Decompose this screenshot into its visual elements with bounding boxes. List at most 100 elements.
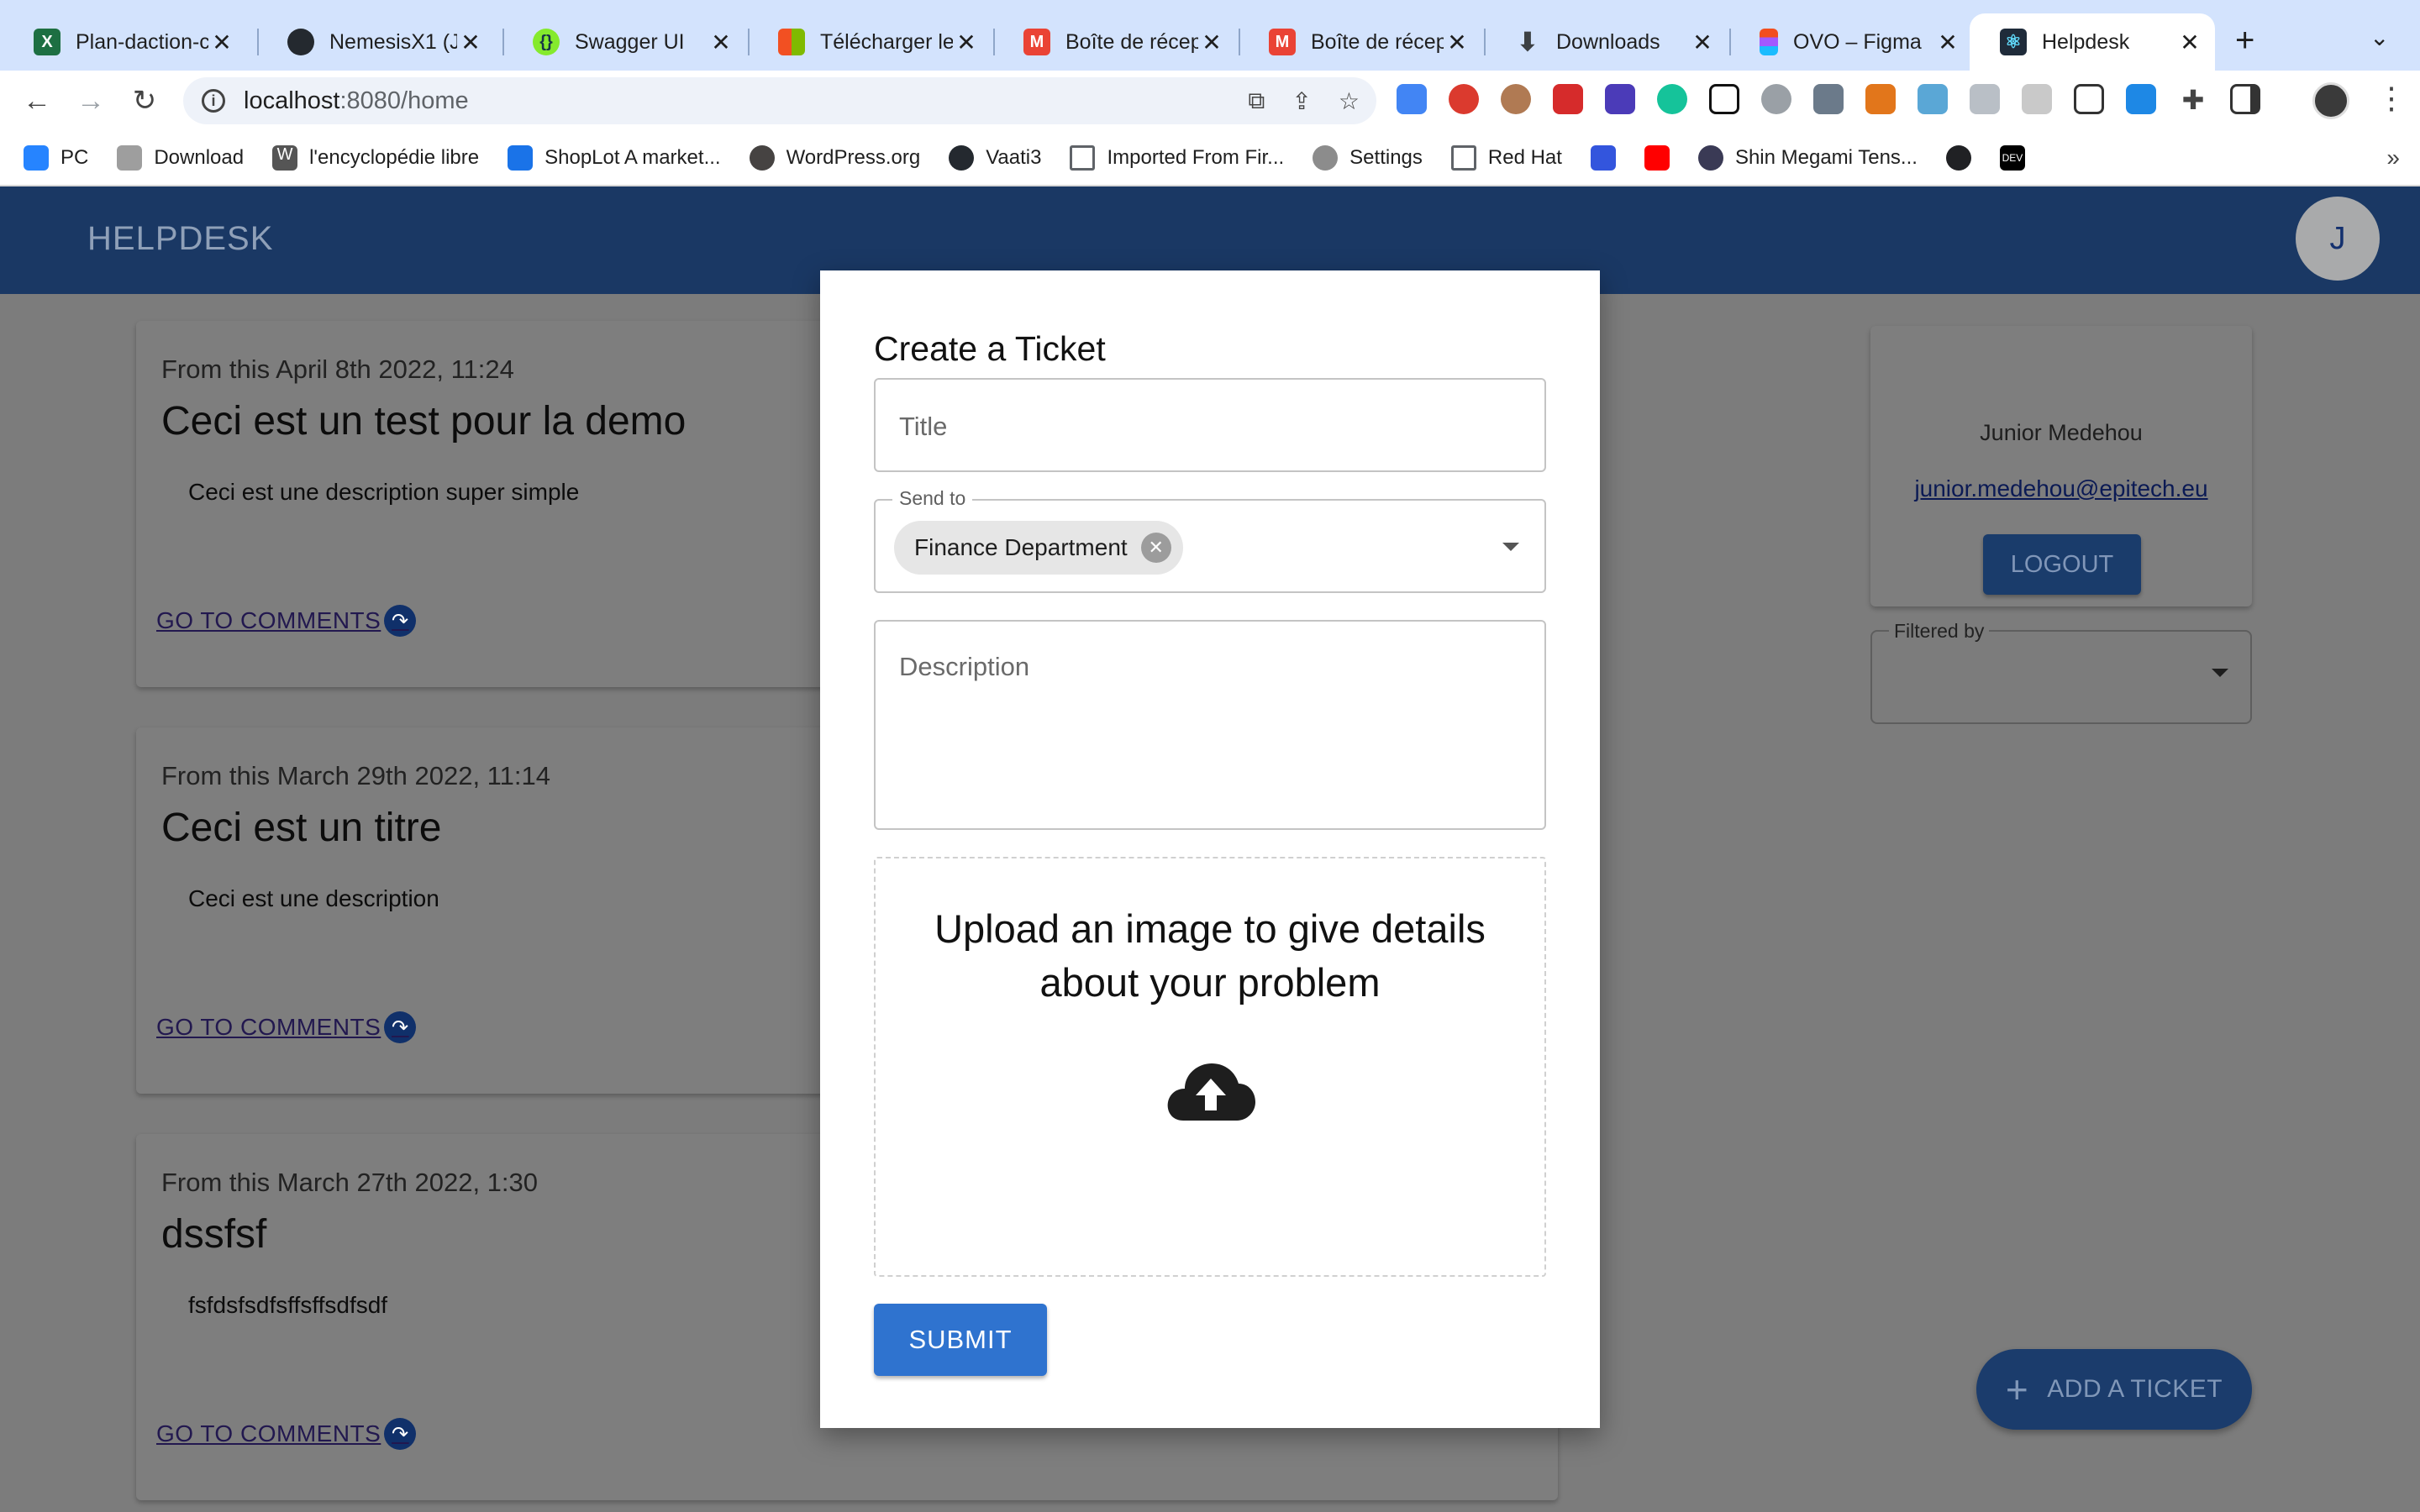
address-bar[interactable]: i localhost:8080/home ⧉ ⇪ ☆ <box>183 77 1376 124</box>
bookmark-item[interactable]: Vaati3 <box>949 145 1041 171</box>
todo-ext-icon[interactable] <box>2126 84 2156 114</box>
upload-instructions: Upload an image to give details about yo… <box>934 906 1486 1005</box>
browser-menu-icon[interactable]: ⋮ <box>2376 81 2407 116</box>
close-tab-icon[interactable]: ✕ <box>2176 29 2203 56</box>
bookmark-item[interactable]: Settings <box>1313 145 1423 171</box>
remove-chip-icon[interactable]: ✕ <box>1140 533 1171 563</box>
profile-email-link[interactable]: junior.medehou@epitech.eu <box>1870 475 2252 502</box>
send-to-select[interactable]: Send to Finance Department ✕ <box>874 487 1546 593</box>
add-ticket-button[interactable]: + ADD A TICKET <box>1976 1349 2252 1430</box>
site-info-icon[interactable]: i <box>202 89 225 113</box>
shoplot-icon <box>508 145 534 171</box>
share-icon[interactable]: ⇪ <box>1292 87 1311 115</box>
go-to-comments-link[interactable]: GO TO COMMENTS ↷ <box>156 1011 417 1043</box>
browser-tab[interactable]: M Boîte de récep ✕ <box>1239 13 1482 71</box>
close-tab-icon[interactable]: ✕ <box>208 29 235 56</box>
bird-ext-icon[interactable] <box>1918 84 1948 114</box>
comment-arrow-icon[interactable]: ↷ <box>384 1011 417 1043</box>
avatar-ext-icon[interactable] <box>1501 84 1531 114</box>
profile-ext-icon[interactable] <box>1970 84 2000 114</box>
browser-tab[interactable]: OVO – Figma ✕ <box>1729 13 1973 71</box>
go-to-comments-link[interactable]: GO TO COMMENTS ↷ <box>156 605 417 637</box>
browser-tab[interactable]: X Plan-daction-c ✕ <box>3 13 247 71</box>
screenshot-ext-icon[interactable] <box>2074 84 2104 114</box>
tab-search-chevron-icon[interactable]: ⌄ <box>2370 24 2389 51</box>
app-brand[interactable]: HELPDESK <box>87 220 273 258</box>
metamask-icon[interactable] <box>1865 84 1896 114</box>
browser-tab[interactable]: ⬇ Downloads ✕ <box>1484 13 1728 71</box>
bookmark-item[interactable] <box>1644 145 1670 171</box>
bookmark-item[interactable]: Imported From Fir... <box>1070 145 1284 171</box>
reload-icon[interactable]: ↻ <box>124 81 165 121</box>
bookmark-item[interactable]: Red Hat <box>1450 145 1562 171</box>
new-tab-icon[interactable]: + <box>2235 22 2254 59</box>
bookmark-item[interactable]: Download <box>117 145 244 171</box>
title-input[interactable]: Title <box>874 378 1546 472</box>
go-to-comments-link[interactable]: GO TO COMMENTS ↷ <box>156 1418 417 1450</box>
pen-ext-icon[interactable] <box>1553 84 1583 114</box>
back-icon[interactable]: ← <box>17 81 57 121</box>
browser-profile-avatar[interactable] <box>2312 82 2349 119</box>
browser-tab[interactable]: Télécharger le ✕ <box>748 13 992 71</box>
note-ext-icon[interactable] <box>2022 84 2052 114</box>
notion-icon[interactable] <box>1709 84 1739 114</box>
tab-title: Boîte de récep <box>1065 29 1198 54</box>
user-avatar[interactable]: J <box>2296 197 2380 281</box>
extensions-puzzle-icon[interactable]: ✚ <box>2178 84 2208 115</box>
grammarly-icon[interactable] <box>1657 84 1687 114</box>
close-tab-icon[interactable]: ✕ <box>708 29 734 56</box>
close-tab-icon[interactable]: ✕ <box>953 29 980 56</box>
department-chip[interactable]: Finance Department ✕ <box>894 521 1183 575</box>
close-tab-icon[interactable]: ✕ <box>1198 29 1225 56</box>
tab-title: Boîte de récep <box>1311 29 1444 54</box>
tab-title: Télécharger le <box>820 29 953 54</box>
close-tab-icon[interactable]: ✕ <box>1689 29 1716 56</box>
figma-icon <box>1760 29 1778 55</box>
forward-icon[interactable]: → <box>71 81 111 121</box>
gmail-icon: M <box>1023 29 1050 55</box>
eyedropper-icon[interactable] <box>1813 84 1844 114</box>
tab-title: OVO – Figma <box>1793 29 1922 54</box>
close-tab-icon[interactable]: ✕ <box>457 29 484 56</box>
download-icon: ⬇ <box>1517 28 1539 56</box>
browser-tab-active[interactable]: ⚛ Helpdesk ✕ <box>1970 13 2215 71</box>
browser-tab[interactable]: M Boîte de récep ✕ <box>993 13 1237 71</box>
plus-icon: + <box>2005 1368 2029 1411</box>
dev-icon: DEV <box>1999 145 2025 171</box>
bookmark-item[interactable] <box>1945 145 1971 171</box>
bookmark-item[interactable]: PC <box>24 145 88 171</box>
dropdown-arrow-icon[interactable] <box>2212 669 2228 677</box>
bookmark-item[interactable]: WordPress.org <box>749 145 920 171</box>
bookmark-item[interactable]: DEV <box>1999 145 2025 171</box>
chip-label: Finance Department <box>914 534 1128 560</box>
close-tab-icon[interactable]: ✕ <box>1934 29 1961 56</box>
bookmark-item[interactable]: Wl'encyclopédie libre <box>272 145 479 171</box>
bookmark-star-icon[interactable]: ☆ <box>1339 87 1360 115</box>
bookmark-item[interactable]: ShopLot A market... <box>508 145 721 171</box>
browser-tab[interactable]: {} Swagger UI ✕ <box>502 13 746 71</box>
translate-icon[interactable]: ⧉ <box>1248 87 1265 115</box>
side-panel-icon[interactable] <box>2230 84 2260 114</box>
dropdown-arrow-icon[interactable] <box>1502 543 1519 551</box>
filter-select[interactable]: Filtered by <box>1870 620 2252 724</box>
close-tab-icon[interactable]: ✕ <box>1444 29 1470 56</box>
ticket-date: From this April 8th 2022, 11:24 <box>161 354 514 384</box>
description-textarea[interactable]: Description <box>874 620 1546 830</box>
github-icon <box>287 29 314 55</box>
bookmark-item[interactable]: Shin Megami Tens... <box>1697 145 1918 171</box>
logout-button[interactable]: LOGOUT <box>1983 534 2141 595</box>
comment-arrow-icon[interactable]: ↷ <box>384 1418 417 1450</box>
browser-tab[interactable]: NemesisX1 (Ju ✕ <box>257 13 496 71</box>
pin-ext-icon[interactable] <box>1761 84 1791 114</box>
url-text[interactable]: localhost:8080/home <box>244 87 469 115</box>
image-dropzone[interactable]: Upload an image to give details about yo… <box>874 857 1546 1277</box>
mail-ext-icon[interactable] <box>1449 84 1479 114</box>
submit-button[interactable]: SUBMIT <box>874 1304 1047 1376</box>
badge-ext-icon[interactable] <box>1605 84 1635 114</box>
add-ticket-label: ADD A TICKET <box>2047 1375 2223 1403</box>
gmail-icon: M <box>1269 29 1296 55</box>
google-translate-ext-icon[interactable] <box>1397 84 1427 114</box>
bookmarks-overflow-icon[interactable]: » <box>2386 144 2400 171</box>
comment-arrow-icon[interactable]: ↷ <box>384 605 417 637</box>
bookmark-item[interactable] <box>1590 145 1616 171</box>
